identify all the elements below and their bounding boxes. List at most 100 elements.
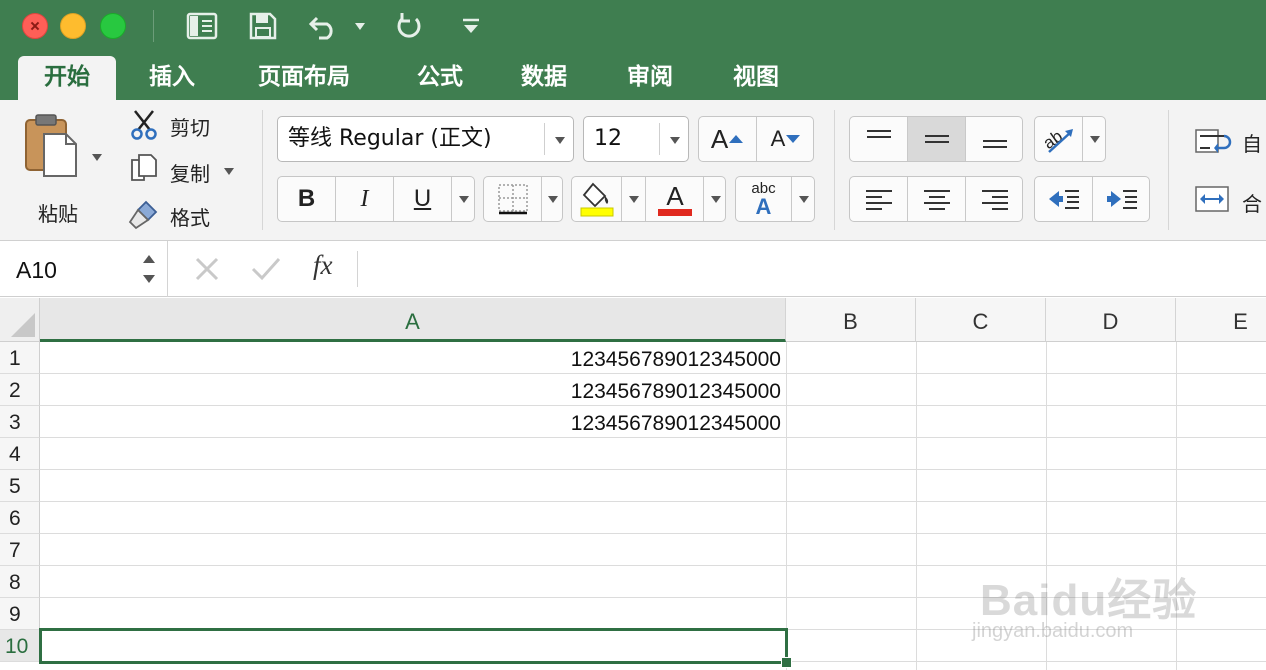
cell-a3[interactable]: 123456789012345000 (40, 406, 781, 438)
phonetic-group: abc A (735, 176, 815, 222)
increase-indent-button[interactable] (1093, 177, 1151, 221)
orientation-button[interactable]: ab (1035, 117, 1083, 161)
align-top-icon (866, 130, 891, 138)
tab-formulas[interactable]: 公式 (402, 54, 478, 100)
align-left-icon (865, 190, 892, 210)
fill-color-button[interactable] (572, 177, 622, 221)
cut-button[interactable]: 剪切 (126, 108, 236, 144)
column-header-a[interactable]: A (40, 298, 786, 342)
clipboard-icon (25, 114, 77, 177)
tab-view[interactable]: 视图 (718, 54, 794, 100)
undo-button[interactable] (306, 10, 342, 42)
align-bottom-button[interactable] (966, 117, 1024, 161)
font-color-caret[interactable] (704, 177, 727, 221)
row-header-7[interactable]: 7 (0, 534, 40, 566)
copy-button[interactable]: 复制 (126, 152, 238, 188)
column-header-d[interactable]: D (1046, 298, 1176, 342)
bold-button[interactable]: B (278, 177, 336, 221)
customize-toolbar-button[interactable] (458, 10, 484, 42)
decrease-indent-button[interactable] (1035, 177, 1093, 221)
borders-group (483, 176, 563, 222)
align-right-button[interactable] (966, 177, 1024, 221)
wrap-text-button[interactable]: 自 (1194, 126, 1266, 162)
row-header-1[interactable]: 1 (0, 342, 40, 374)
cell-a1[interactable]: 123456789012345000 (40, 342, 781, 374)
merge-center-button[interactable]: 合 (1194, 184, 1266, 220)
shrink-font-button[interactable]: A (757, 117, 815, 161)
align-top-button[interactable] (850, 117, 908, 161)
underline-button[interactable]: U (394, 177, 452, 221)
row-header-2[interactable]: 2 (0, 374, 40, 406)
italic-button[interactable]: I (336, 177, 394, 221)
borders-options-caret[interactable] (542, 177, 564, 221)
table-row[interactable] (40, 438, 1266, 470)
indent-icon (1107, 190, 1137, 209)
tab-home[interactable]: 开始 (18, 56, 116, 100)
align-middle-button[interactable] (908, 117, 966, 161)
scissors-icon (131, 110, 157, 140)
align-right-icon (982, 190, 1008, 210)
tab-insert[interactable]: 插入 (134, 54, 210, 100)
insert-function-button[interactable]: fx (313, 250, 333, 281)
font-size-value: 12 (594, 126, 622, 151)
save-button[interactable] (246, 10, 280, 42)
tab-data[interactable]: 数据 (506, 54, 582, 100)
format-painter-button[interactable]: 格式 (126, 198, 236, 234)
phonetic-options-caret[interactable] (792, 177, 816, 221)
watermark-url: jingyan.baidu.com (972, 620, 1134, 642)
save-icon (249, 12, 277, 40)
enter-check-icon[interactable] (250, 255, 282, 283)
paste-button[interactable]: 粘贴 (18, 112, 108, 226)
row-header-8[interactable]: 8 (0, 566, 40, 598)
grow-font-button[interactable]: A (699, 117, 757, 161)
column-header-e[interactable]: E (1176, 298, 1266, 342)
copy-options-caret[interactable] (224, 168, 234, 175)
align-center-button[interactable] (908, 177, 966, 221)
align-center-icon (923, 190, 950, 210)
active-cell-a10[interactable] (39, 628, 792, 668)
font-name-value: 等线 Regular (正文) (288, 126, 492, 151)
chevron-down-icon (355, 22, 365, 30)
stepper-icon[interactable] (141, 251, 157, 287)
column-header-b[interactable]: B (786, 298, 916, 342)
sidebar-toggle-button[interactable] (184, 10, 220, 42)
row-header-10[interactable]: 10 (0, 630, 40, 662)
row-header-9[interactable]: 9 (0, 598, 40, 630)
cell-a2[interactable]: 123456789012345000 (40, 374, 781, 406)
font-size-select[interactable]: 12 (583, 116, 689, 162)
row-header-3[interactable]: 3 (0, 406, 40, 438)
minimize-window-button[interactable] (60, 13, 86, 39)
align-left-button[interactable] (850, 177, 908, 221)
undo-history-dropdown[interactable] (352, 10, 368, 42)
redo-button[interactable] (392, 10, 426, 42)
formula-input[interactable] (370, 241, 1260, 297)
name-box[interactable]: A10 (0, 241, 168, 297)
borders-button[interactable] (484, 177, 542, 221)
column-header-c[interactable]: C (916, 298, 1046, 342)
zoom-window-button[interactable] (100, 13, 126, 39)
tab-page-layout[interactable]: 页面布局 (244, 54, 364, 100)
table-row[interactable] (40, 470, 1266, 502)
table-row[interactable] (40, 502, 1266, 534)
font-name-select[interactable]: 等线 Regular (正文) (277, 116, 574, 162)
ribbon-separator (1168, 110, 1169, 230)
select-all-button[interactable] (0, 298, 40, 342)
align-bottom-icon (983, 140, 1007, 148)
horizontal-align-group (849, 176, 1023, 222)
ribbon-tabs: 开始 插入 页面布局 公式 数据 审阅 视图 (0, 54, 1266, 100)
underline-options-caret[interactable] (452, 177, 476, 221)
orientation-options-caret[interactable] (1083, 117, 1107, 161)
row-header-4[interactable]: 4 (0, 438, 40, 470)
row-header-6[interactable]: 6 (0, 502, 40, 534)
row-header-5[interactable]: 5 (0, 470, 40, 502)
close-window-button[interactable] (22, 13, 48, 39)
phonetic-button[interactable]: abc A (736, 177, 792, 221)
font-color-button[interactable]: A (646, 177, 704, 221)
chevron-down-icon (1090, 135, 1100, 143)
tab-review[interactable]: 审阅 (612, 54, 688, 100)
borders-icon (497, 184, 528, 215)
abc-sub-label: A (755, 193, 772, 219)
fill-color-caret[interactable] (622, 177, 646, 221)
cancel-icon[interactable] (193, 255, 221, 283)
paste-options-caret[interactable] (92, 154, 102, 161)
